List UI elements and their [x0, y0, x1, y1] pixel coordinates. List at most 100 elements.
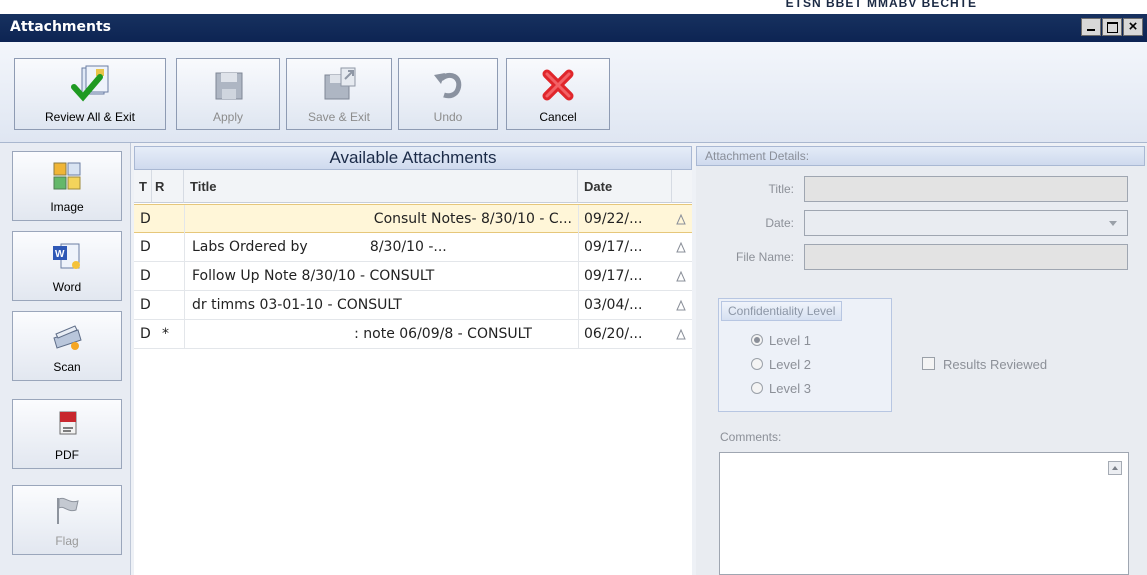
attachment-doc-icon [676, 241, 686, 253]
row-title: dr timms 03-01-10 - CONSULT [192, 297, 402, 313]
level-3-radio[interactable]: Level 3 [751, 381, 811, 396]
row-title: Consult Notes- 8/30/10 - C... [373, 211, 572, 227]
close-button[interactable]: × [1123, 18, 1143, 36]
table-row[interactable]: D Labs Ordered by 8/30/10 -... 09/17/... [134, 233, 692, 262]
window-titlebar: Attachments × [0, 14, 1147, 42]
table-row[interactable]: D * : note 06/09/8 - CONSULT 06/20/... [134, 320, 692, 349]
level-2-label: Level 2 [769, 357, 811, 372]
column-date[interactable]: Date [578, 170, 672, 203]
scanner-icon [53, 325, 82, 350]
cancel-label: Cancel [539, 110, 577, 124]
attachment-doc-icon [676, 213, 686, 225]
row-reviewed [162, 291, 180, 319]
date-dropdown[interactable] [804, 210, 1128, 236]
image-label: Image [50, 200, 84, 214]
row-type: D [140, 211, 151, 227]
save-disk-icon [215, 72, 243, 100]
table-row[interactable]: D Consult Notes- 8/30/10 - C... 09/22/..… [134, 204, 692, 233]
chevron-down-icon [1109, 221, 1117, 226]
flag-label: Flag [55, 534, 79, 548]
row-reviewed [162, 205, 180, 233]
row-reviewed: * [162, 326, 169, 342]
svg-text:W: W [55, 249, 65, 260]
radio-icon [751, 382, 763, 394]
results-reviewed-label: Results Reviewed [943, 357, 1048, 372]
apply-button[interactable]: Apply [176, 58, 280, 130]
radio-icon [751, 358, 763, 370]
word-label: Word [52, 280, 82, 294]
undo-arrow-icon [434, 72, 462, 99]
maximize-button[interactable] [1102, 18, 1122, 36]
word-button[interactable]: W Word [12, 231, 122, 301]
column-type[interactable]: T [134, 170, 152, 203]
scan-button[interactable]: Scan [12, 311, 122, 381]
level-2-radio[interactable]: Level 2 [751, 357, 811, 372]
flag-button[interactable]: Flag [12, 485, 122, 555]
table-row[interactable]: D Follow Up Note 8/30/10 - CONSULT 09/17… [134, 262, 692, 291]
pdf-button[interactable]: PDF [12, 399, 122, 469]
radio-selected-icon [751, 334, 763, 346]
window-controls: × [1080, 18, 1143, 36]
row-title: Follow Up Note 8/30/10 - CONSULT [192, 268, 435, 284]
level-1-label: Level 1 [769, 333, 811, 348]
review-all-exit-button[interactable]: Review All & Exit [14, 58, 166, 130]
row-date: 06/20/... [584, 326, 643, 342]
title-field[interactable] [804, 176, 1128, 202]
top-strip-text: ETSN BBET MMABV BECHTE [785, 0, 977, 10]
comments-textarea[interactable] [719, 452, 1129, 575]
column-reviewed[interactable]: R [152, 170, 184, 203]
undo-label: Undo [433, 110, 463, 124]
attachment-type-sidebar: Image W Word Scan PDF Flag [0, 143, 131, 575]
row-reviewed [162, 262, 180, 290]
row-date: 09/17/... [584, 268, 643, 284]
save-exit-label: Save & Exit [307, 110, 371, 124]
row-date: 03/04/... [584, 297, 643, 313]
available-attachments-header: Available Attachments [134, 146, 692, 170]
attachment-doc-icon [676, 299, 686, 311]
row-type: D [140, 239, 151, 255]
image-button[interactable]: Image [12, 151, 122, 221]
pdf-icon [59, 411, 77, 435]
row-date: 09/17/... [584, 239, 643, 255]
apply-label: Apply [212, 110, 244, 124]
save-exit-icon [324, 67, 356, 100]
image-icon [53, 162, 81, 190]
file-name-field[interactable] [804, 244, 1128, 270]
undo-button[interactable]: Undo [398, 58, 498, 130]
column-title[interactable]: Title [184, 170, 578, 203]
toolbar: Review All & Exit Apply Save & Exit Undo… [0, 42, 1147, 143]
level-1-radio[interactable]: Level 1 [751, 333, 811, 348]
scroll-up-button[interactable] [1108, 461, 1122, 475]
comments-label: Comments: [720, 430, 782, 444]
attachment-doc-icon [676, 270, 686, 282]
checkbox-icon [922, 357, 935, 370]
window-title: Attachments [10, 19, 112, 35]
file-name-label: File Name: [735, 250, 794, 264]
review-all-exit-label: Review All & Exit [44, 110, 136, 124]
title-label: Title: [768, 182, 794, 196]
scan-label: Scan [53, 360, 81, 374]
cancel-button[interactable]: Cancel [506, 58, 610, 130]
cancel-x-icon [542, 69, 574, 101]
row-reviewed [162, 233, 180, 261]
save-exit-button[interactable]: Save & Exit [286, 58, 392, 130]
row-date: 09/22/... [584, 211, 643, 227]
row-type: D [140, 326, 151, 342]
flag-icon [57, 497, 79, 524]
close-icon: × [1128, 18, 1138, 35]
pdf-label: PDF [55, 448, 79, 462]
row-type: D [140, 268, 151, 284]
minimize-button[interactable] [1081, 18, 1101, 36]
attachment-doc-icon [676, 328, 686, 340]
row-title: Labs Ordered by 8/30/10 -... [192, 239, 447, 255]
table-row[interactable]: D dr timms 03-01-10 - CONSULT 03/04/... [134, 291, 692, 320]
available-attachments-panel: Available Attachments T R Title Date D C… [134, 146, 692, 575]
results-reviewed-checkbox[interactable]: Results Reviewed [922, 357, 1047, 372]
date-label: Date: [765, 216, 794, 230]
word-icon: W [53, 243, 80, 269]
attachment-details-header: Attachment Details: [696, 146, 1145, 166]
top-strip: ETSN BBET MMABV BECHTE [0, 0, 1147, 14]
review-check-icon [71, 65, 109, 102]
confidentiality-level-title: Confidentiality Level [721, 301, 843, 321]
row-type: D [140, 297, 151, 313]
